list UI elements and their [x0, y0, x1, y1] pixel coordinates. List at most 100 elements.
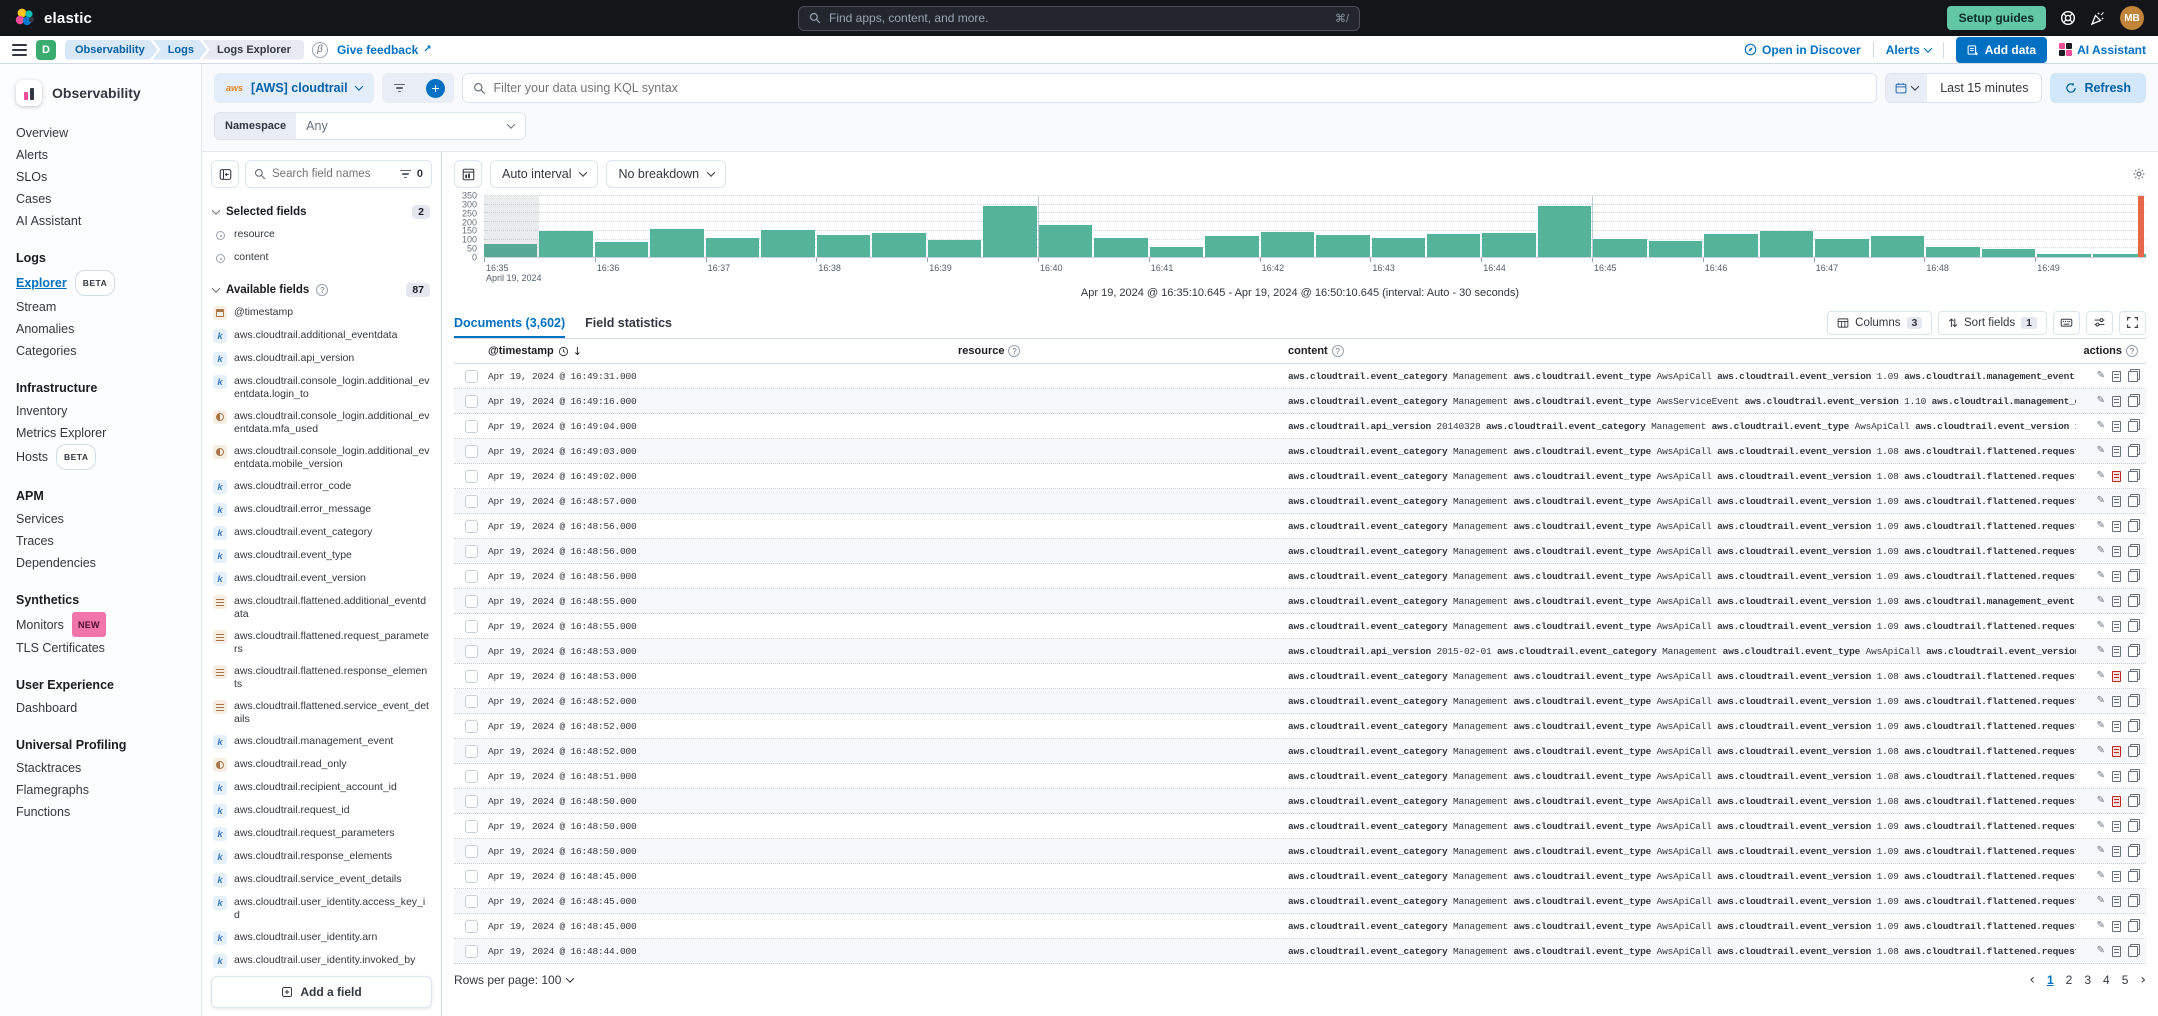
row-checkbox[interactable]	[465, 420, 478, 433]
field-item-aws-cloudtrail-user-identity-invoked-by[interactable]: kaws.cloudtrail.user_identity.invoked_by	[211, 954, 432, 968]
sidebar-item-anomalies[interactable]: Anomalies	[0, 318, 201, 340]
histogram-bar[interactable]	[706, 238, 759, 257]
row-checkbox[interactable]	[465, 770, 478, 783]
degraded-doc-icon[interactable]	[2112, 471, 2121, 482]
edit-icon[interactable]: ✎	[2097, 746, 2105, 756]
table-row[interactable]: Apr 19, 2024 @ 16:48:50.000 aws.cloudtra…	[454, 789, 2146, 814]
field-item-aws-cloudtrail-error-code[interactable]: kaws.cloudtrail.error_code	[211, 480, 432, 494]
field-item-aws-cloudtrail-management-event[interactable]: kaws.cloudtrail.management_event	[211, 735, 432, 749]
calendar-button[interactable]	[1886, 74, 1927, 102]
filters-icon[interactable]	[382, 73, 418, 103]
degraded-doc-icon[interactable]	[2112, 671, 2121, 682]
stacktrace-icon[interactable]	[2128, 646, 2138, 657]
edit-icon[interactable]: ✎	[2097, 921, 2105, 931]
ai-assistant-button[interactable]: AI Assistant	[2059, 43, 2146, 57]
histogram-bar[interactable]	[1593, 239, 1646, 257]
degraded-doc-icon[interactable]	[2112, 596, 2121, 607]
edit-icon[interactable]: ✎	[2097, 946, 2105, 956]
degraded-doc-icon[interactable]	[2112, 646, 2121, 657]
columns-button[interactable]: Columns 3	[1827, 311, 1932, 335]
histogram-bar[interactable]	[2037, 254, 2090, 257]
degraded-doc-icon[interactable]	[2112, 746, 2121, 757]
field-item-aws-cloudtrail-response-elements[interactable]: kaws.cloudtrail.response_elements	[211, 850, 432, 864]
global-search[interactable]: Find apps, content, and more. ⌘/	[798, 6, 1360, 31]
histogram-bar[interactable]	[983, 206, 1036, 257]
histogram-bar[interactable]	[1261, 232, 1314, 257]
row-checkbox[interactable]	[465, 645, 478, 658]
histogram-bar[interactable]	[761, 230, 814, 257]
chart-settings-icon[interactable]	[2132, 167, 2146, 181]
field-item-aws-cloudtrail-flattened-request-parameters[interactable]: aws.cloudtrail.flattened.request_paramet…	[211, 630, 432, 656]
edit-icon[interactable]: ✎	[2097, 896, 2105, 906]
add-filter-button[interactable]: +	[418, 73, 454, 103]
stacktrace-icon[interactable]	[2128, 846, 2138, 857]
sidebar-item-slos[interactable]: SLOs	[0, 166, 201, 188]
sidebar-item-dependencies[interactable]: Dependencies	[0, 552, 201, 574]
degraded-doc-icon[interactable]	[2112, 796, 2121, 807]
edit-icon[interactable]: ✎	[2097, 496, 2105, 506]
sidebar-item-inventory[interactable]: Inventory	[0, 400, 201, 422]
table-row[interactable]: Apr 19, 2024 @ 16:48:56.000 aws.cloudtra…	[454, 514, 2146, 539]
field-item-aws-cloudtrail-event-category[interactable]: kaws.cloudtrail.event_category	[211, 526, 432, 540]
row-checkbox[interactable]	[465, 620, 478, 633]
breadcrumb-observability[interactable]: Observability	[65, 40, 158, 60]
stacktrace-icon[interactable]	[2128, 721, 2138, 732]
edit-icon[interactable]: ✎	[2097, 396, 2105, 406]
table-row[interactable]: Apr 19, 2024 @ 16:48:53.000 aws.cloudtra…	[454, 639, 2146, 664]
table-row[interactable]: Apr 19, 2024 @ 16:48:44.000 aws.cloudtra…	[454, 939, 2146, 964]
histogram-bar[interactable]	[650, 229, 703, 257]
alerts-dropdown[interactable]: Alerts	[1886, 43, 1931, 57]
table-row[interactable]: Apr 19, 2024 @ 16:49:04.000 aws.cloudtra…	[454, 414, 2146, 439]
table-row[interactable]: Apr 19, 2024 @ 16:48:55.000 aws.cloudtra…	[454, 589, 2146, 614]
page-5[interactable]: 5	[2122, 973, 2129, 987]
edit-icon[interactable]: ✎	[2097, 596, 2105, 606]
degraded-doc-icon[interactable]	[2112, 696, 2121, 707]
degraded-doc-icon[interactable]	[2112, 496, 2121, 507]
histogram-bar[interactable]	[817, 235, 870, 257]
sidebar-item-stacktraces[interactable]: Stacktraces	[0, 757, 201, 779]
row-checkbox[interactable]	[465, 945, 478, 958]
field-item-aws-cloudtrail-request-parameters[interactable]: kaws.cloudtrail.request_parameters	[211, 827, 432, 841]
edit-icon[interactable]: ✎	[2097, 796, 2105, 806]
field-item-aws-cloudtrail-api-version[interactable]: kaws.cloudtrail.api_version	[211, 352, 432, 366]
histogram-bar[interactable]	[539, 231, 592, 257]
histogram-plot[interactable]	[484, 196, 2146, 258]
stacktrace-icon[interactable]	[2128, 621, 2138, 632]
collapse-fields-panel-icon[interactable]	[211, 160, 239, 188]
degraded-doc-icon[interactable]	[2112, 921, 2121, 932]
histogram-bar[interactable]	[872, 233, 925, 257]
sidebar-item-stream[interactable]: Stream	[0, 296, 201, 318]
stacktrace-icon[interactable]	[2128, 371, 2138, 382]
row-checkbox[interactable]	[465, 570, 478, 583]
field-item-aws-cloudtrail-console-login-additional-eventdata-mfa-used[interactable]: aws.cloudtrail.console_login.additional_…	[211, 410, 432, 436]
field-search-input[interactable]	[272, 168, 394, 180]
edit-icon[interactable]: ✎	[2097, 621, 2105, 631]
menu-icon[interactable]	[12, 44, 27, 56]
row-checkbox[interactable]	[465, 820, 478, 833]
kql-search[interactable]	[462, 73, 1878, 103]
sidebar-item-metrics-explorer[interactable]: Metrics Explorer	[0, 422, 201, 444]
page-4[interactable]: 4	[2103, 973, 2110, 987]
histogram-bar[interactable]	[1926, 247, 1979, 257]
histogram-bar[interactable]	[1150, 247, 1203, 257]
table-row[interactable]: Apr 19, 2024 @ 16:48:51.000 aws.cloudtra…	[454, 764, 2146, 789]
histogram-bar[interactable]	[1704, 234, 1757, 257]
prev-page-icon[interactable]: ‹	[2029, 972, 2035, 988]
interval-dropdown[interactable]: Auto interval	[490, 160, 598, 188]
table-row[interactable]: Apr 19, 2024 @ 16:49:31.000 aws.cloudtra…	[454, 364, 2146, 389]
stacktrace-icon[interactable]	[2128, 896, 2138, 907]
add-field-button[interactable]: Add a field	[211, 976, 432, 1008]
chart-type-icon[interactable]	[454, 160, 482, 188]
sort-desc-icon[interactable]: ↓	[573, 345, 582, 358]
degraded-doc-icon[interactable]	[2112, 871, 2121, 882]
histogram-bar[interactable]	[1039, 225, 1092, 257]
histogram-bar[interactable]	[1982, 249, 2035, 257]
stacktrace-icon[interactable]	[2128, 396, 2138, 407]
kql-input[interactable]	[494, 81, 1867, 95]
degraded-doc-icon[interactable]	[2112, 396, 2121, 407]
table-row[interactable]: Apr 19, 2024 @ 16:48:50.000 aws.cloudtra…	[454, 839, 2146, 864]
page-3[interactable]: 3	[2084, 973, 2091, 987]
histogram-bar[interactable]	[1094, 238, 1147, 257]
selected-fields-header[interactable]: Selected fields 2	[213, 205, 430, 219]
stacktrace-icon[interactable]	[2128, 596, 2138, 607]
